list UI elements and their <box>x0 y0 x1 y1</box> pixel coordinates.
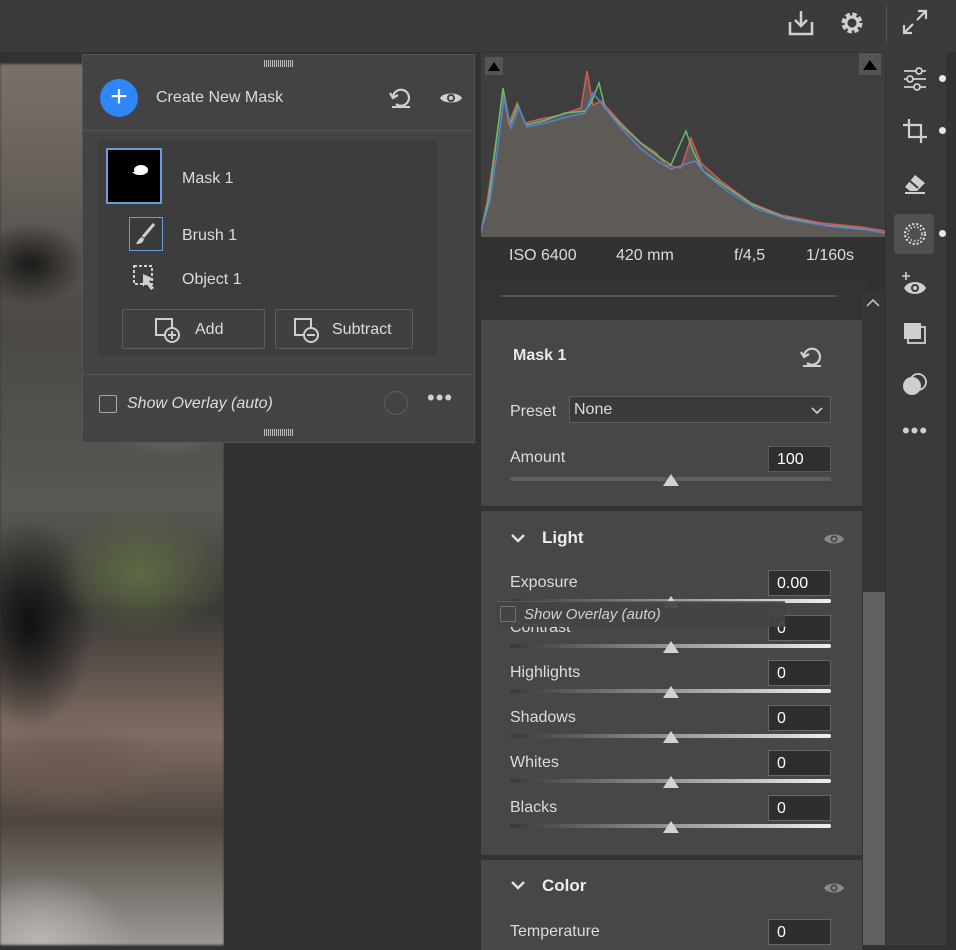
show-overlay-checkbox[interactable] <box>99 395 117 413</box>
indicator-dot <box>939 127 946 134</box>
amount-label: Amount <box>510 449 566 466</box>
brush-icon[interactable] <box>129 217 163 251</box>
eraser-icon[interactable] <box>898 166 932 200</box>
temperature-label: Temperature <box>510 923 600 940</box>
light-title[interactable]: Light <box>542 528 584 548</box>
drag-ghost: Show Overlay (auto) <box>497 601 785 627</box>
shutter-speed: 1/160s <box>806 247 855 264</box>
light-slider-thumb[interactable] <box>662 776 679 788</box>
light-slider-label: Blacks <box>510 799 558 816</box>
mask-thumbnail[interactable] <box>106 148 162 204</box>
light-slider-label: Shadows <box>510 709 576 726</box>
color-title[interactable]: Color <box>542 876 586 896</box>
chevron-down-icon <box>810 403 824 417</box>
mask-icon[interactable] <box>898 217 932 251</box>
aperture-value: f/4,5 <box>734 247 766 264</box>
color-section: Color Temperature 0 <box>481 860 862 950</box>
more-options-icon[interactable]: ••• <box>427 387 455 412</box>
component-object[interactable]: Object 1 <box>182 271 242 289</box>
expand-icon[interactable] <box>900 7 930 37</box>
light-slider-label: Highlights <box>510 664 581 681</box>
light-slider-input[interactable]: 0 <box>768 705 831 731</box>
temperature-input[interactable]: 0 <box>768 919 831 945</box>
indicator-dot <box>939 230 946 237</box>
light-slider-input[interactable]: 0 <box>768 660 831 686</box>
eye-icon[interactable] <box>822 527 846 551</box>
light-slider-thumb[interactable] <box>662 821 679 833</box>
light-slider-input[interactable]: 0 <box>768 750 831 776</box>
light-slider-input[interactable]: 0.00 <box>768 570 831 596</box>
download-icon[interactable] <box>786 8 816 38</box>
preset-value: None <box>574 401 613 418</box>
exif-bar: ISO 6400 420 mm f/4,5 1/160s <box>481 237 885 275</box>
divider <box>83 374 474 375</box>
mask-name[interactable]: Mask 1 <box>182 170 234 188</box>
light-slider-thumb[interactable] <box>662 731 679 743</box>
tool-strip: ••• <box>886 52 946 945</box>
add-label: Add <box>195 321 224 338</box>
light-slider-input[interactable]: 0 <box>768 795 831 821</box>
iso-value: ISO 6400 <box>509 247 577 264</box>
add-mask-icon <box>153 316 181 344</box>
mask-settings-section: Mask 1 Preset None Amount 100 <box>481 320 862 506</box>
undo-icon[interactable] <box>388 85 414 111</box>
amount-slider-thumb[interactable] <box>663 474 679 486</box>
chevron-down-icon[interactable] <box>509 876 527 894</box>
indicator-dot <box>939 75 946 82</box>
drag-ghost-checkbox <box>500 606 516 622</box>
top-bar <box>0 0 956 52</box>
presets-icon[interactable] <box>898 367 932 401</box>
more-icon[interactable]: ••• <box>898 414 932 448</box>
light-slider-label: Whites <box>510 754 559 771</box>
gear-icon[interactable] <box>837 8 867 38</box>
subtract-label: Subtract <box>332 321 392 338</box>
divider <box>501 295 837 297</box>
panel-grip-top[interactable] <box>263 60 294 67</box>
mask-list: Mask 1 Brush 1 Object 1 Add Subtract <box>98 140 437 356</box>
light-section: Light Exposure 0.00 Contrast 0 Highlights 0 Sh… <box>481 511 862 855</box>
create-mask-label[interactable]: Create New Mask <box>156 89 283 107</box>
preset-label: Preset <box>510 403 557 420</box>
divider <box>83 130 474 131</box>
divider <box>886 6 887 42</box>
highlight-clipping-icon[interactable] <box>859 53 881 75</box>
edit-sliders-icon[interactable] <box>898 62 932 96</box>
drag-ghost-label: Show Overlay (auto) <box>524 606 661 623</box>
eye-icon[interactable] <box>438 85 464 111</box>
light-slider-thumb[interactable] <box>662 686 679 698</box>
subtract-button[interactable]: Subtract <box>275 309 413 349</box>
crop-icon[interactable] <box>898 114 932 148</box>
subtract-mask-icon <box>292 316 320 344</box>
overlay-color-swatch[interactable] <box>384 391 408 415</box>
create-mask-button[interactable]: + <box>100 79 138 117</box>
masks-panel: + Create New Mask Mask 1 Brush 1 Object … <box>82 54 475 443</box>
eye-icon[interactable] <box>822 876 846 900</box>
histogram <box>481 53 885 237</box>
focal-length: 420 mm <box>616 247 674 264</box>
component-brush[interactable]: Brush 1 <box>182 227 237 245</box>
reset-icon[interactable] <box>799 344 825 370</box>
mask-settings-title: Mask 1 <box>513 347 567 364</box>
add-button[interactable]: Add <box>122 309 265 349</box>
chevron-down-icon[interactable] <box>509 529 527 547</box>
shadow-clipping-icon[interactable] <box>485 57 503 75</box>
snapshots-icon[interactable] <box>898 317 932 351</box>
show-overlay-label[interactable]: Show Overlay (auto) <box>127 395 273 413</box>
object-select-icon[interactable] <box>129 261 163 295</box>
panel-grip-bottom[interactable] <box>263 429 294 436</box>
light-slider-label: Exposure <box>510 574 578 591</box>
amount-input[interactable]: 100 <box>768 446 831 472</box>
canvas-background <box>224 443 481 945</box>
light-slider-thumb[interactable] <box>662 641 679 653</box>
scroll-up-icon[interactable] <box>864 296 882 310</box>
redeye-icon[interactable] <box>898 269 932 303</box>
preset-dropdown[interactable]: None <box>569 396 831 423</box>
scrollbar-thumb[interactable] <box>863 592 885 945</box>
